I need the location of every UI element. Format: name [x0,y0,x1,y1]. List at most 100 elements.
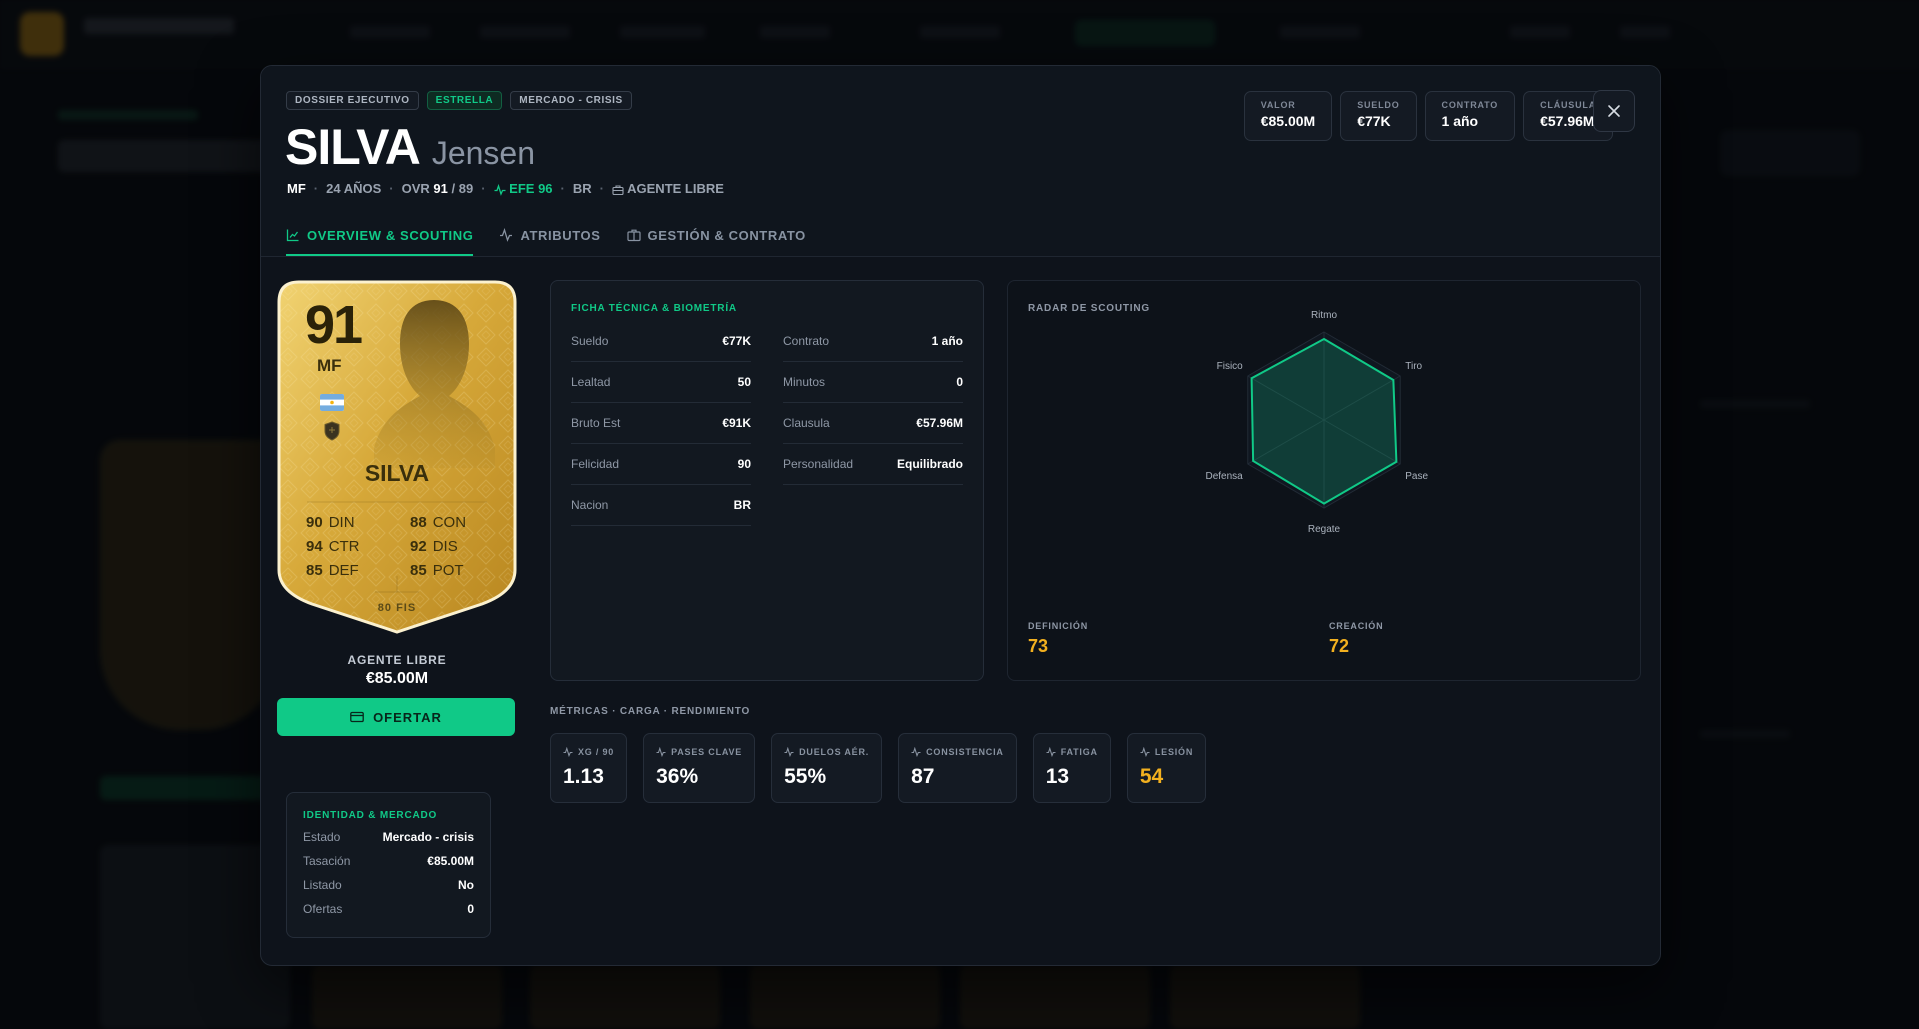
header-stats: VALOR €85.00M SUELDO €77K CONTRATO 1 año… [1243,91,1613,141]
metric-label-text: LESIÓN [1154,747,1194,757]
radar-chart: Ritmo Tiro Pase Regate Defensa Fisico [1205,310,1428,535]
ficha-key: Personalidad [783,457,854,471]
metric-xg90: XG / 90 1.13 [550,733,628,803]
stat-value: €77K [1357,113,1391,129]
stat-sueldo: SUELDO €77K [1340,91,1417,141]
ficha-key: Clausula [783,416,830,430]
card-stat-con: 88 CON [410,514,496,538]
identity-market-panel: IDENTIDAD & MERCADO Estado Mercado - cris… [286,792,491,938]
metric-lesion: LESIÓN 54 [1126,733,1207,803]
card-stats: 90 DIN 88 CON 94 CTR 92 DIS 85 DEF 85 POT [306,514,496,586]
meta-nation: BR [572,181,592,196]
stat-value: €57.96M [1540,113,1595,129]
briefcase-icon [612,185,624,195]
tab-gestion-contrato[interactable]: GESTIÓN & CONTRATO [626,216,806,254]
player-dossier-modal: DOSSIER EJECUTIVO ESTRELLA MERCADO - CRI… [260,65,1661,966]
metric-value: 87 [911,765,935,788]
kpi-creacion: CREACIÓN 72 [1329,621,1383,657]
metric-value: 1.13 [563,765,604,788]
activity-icon [563,747,573,757]
ficha-key: Contrato [783,334,830,348]
badge-mercado: MERCADO - CRISIS [510,91,632,110]
activity-icon [1140,747,1150,757]
identity-key: Ofertas [303,902,343,916]
metrics-row: XG / 90 1.13 PASES CLAVE 36% DUELOS AÉR.… [550,733,1207,803]
ficha-value: Equilibrado [897,457,963,471]
player-card[interactable]: 91 MF SILVA 90 DIN 88 CON 94 CTR 92 DIS 85 DE… [277,280,517,636]
identity-value: Mercado - crisis [382,830,474,844]
card-stat-def: 85 DEF [306,562,392,586]
modal-header: DOSSIER EJECUTIVO ESTRELLA MERCADO - CRI… [261,66,1660,257]
close-button[interactable] [1593,90,1635,132]
radar-axis-label: Defensa [1205,471,1243,482]
card-stat-label: CON [432,514,467,531]
tab-overview-scouting[interactable]: OVERVIEW & SCOUTING [286,216,474,256]
offer-button[interactable]: OFERTAR [277,698,515,736]
card-stat-label: DEF [328,562,359,579]
radar-axis-label: Pase [1405,471,1428,482]
ficha-title: FICHA TÉCNICA & BIOMETRÍA [571,303,737,314]
ficha-row-lealtad: Lealtad 50 [571,362,751,403]
card-stat-pot: 85 POT [410,562,496,586]
player-firstname: Jensen [431,135,536,171]
ficha-row-personalidad: Personalidad Equilibrado [783,444,963,485]
kpi-definicion: DEFINICIÓN 73 [1028,621,1088,657]
player-surname: SILVA [285,119,421,175]
badge-estrella: ESTRELLA [426,91,503,110]
metric-label-text: DUELOS AÉR. [799,747,870,757]
identity-value: €85.00M [427,854,474,868]
ficha-value: €57.96M [916,416,963,430]
activity-icon [500,228,513,242]
offer-button-label: OFERTAR [373,709,442,725]
meta-separator: · [389,181,394,196]
ficha-value: €91K [722,416,751,430]
radar-axis-label: Tiro [1405,361,1422,372]
card-stat-label: POT [432,562,464,579]
badge-row: DOSSIER EJECUTIVO ESTRELLA MERCADO - CRI… [286,91,632,110]
identity-title: IDENTIDAD & MERCADO [303,810,438,821]
stat-label: VALOR [1260,100,1296,110]
stat-label: CLÁUSULA [1540,100,1596,110]
tab-label: GESTIÓN & CONTRATO [647,227,806,243]
metric-value: 55% [784,765,827,788]
tab-atributos[interactable]: ATRIBUTOS [499,216,600,254]
stat-label: CONTRATO [1441,100,1499,110]
agent-label: AGENTE LIBRE [347,653,447,667]
ficha-row-nacion: Nacion BR [571,485,751,526]
ficha-row-contrato: Contrato 1 año [783,321,963,362]
meta-separator: · [481,181,486,196]
radar-axis-label: Regate [1308,524,1341,535]
stat-value: €85.00M [1260,113,1316,129]
club-crest-icon [324,421,340,441]
meta-position: MF [287,181,306,196]
metric-label: FATIGA [1046,747,1098,757]
radar-scouting-panel: RADAR DE SCOUTING Ritmo Tiro Pase Regate Def… [1007,280,1641,681]
card-stat-value: 90 [306,514,323,531]
card-stat-row: 85 DEF 85 POT [306,562,496,586]
meta-age: 24 AÑOS [326,181,382,196]
metric-label: DUELOS AÉR. [784,747,869,757]
player-name: SILVA Jensen [285,118,535,176]
card-stat-label: DIS [432,538,458,555]
ficha-key: Sueldo [571,334,609,348]
kpi-label: CREACIÓN [1329,621,1384,631]
ficha-value: 0 [956,375,963,389]
ficha-value: BR [733,498,751,512]
card-stat-label: CTR [328,538,360,555]
ficha-right-column: Contrato 1 año Minutos 0 Clausula €57.96M P… [783,321,963,485]
tab-label: ATRIBUTOS [520,227,601,243]
kpi-value: 72 [1329,636,1350,656]
metric-value: 13 [1045,765,1070,788]
meta-status-value: AGENTE LIBRE [627,181,724,196]
radar-axis-label: Fisico [1217,361,1244,372]
kpi-label: DEFINICIÓN [1028,621,1089,631]
meta-efe-value: EFE 96 [509,181,553,196]
metric-value: 36% [656,765,699,788]
metric-duelos-aereos: DUELOS AÉR. 55% [771,733,883,803]
badge-dossier: DOSSIER EJECUTIVO [286,91,419,110]
card-stat-dis: 92 DIS [410,538,496,562]
player-silhouette-icon [374,300,495,468]
activity-icon [1046,747,1056,757]
metric-label: LESIÓN [1140,747,1193,757]
chart-line-icon [286,229,299,242]
